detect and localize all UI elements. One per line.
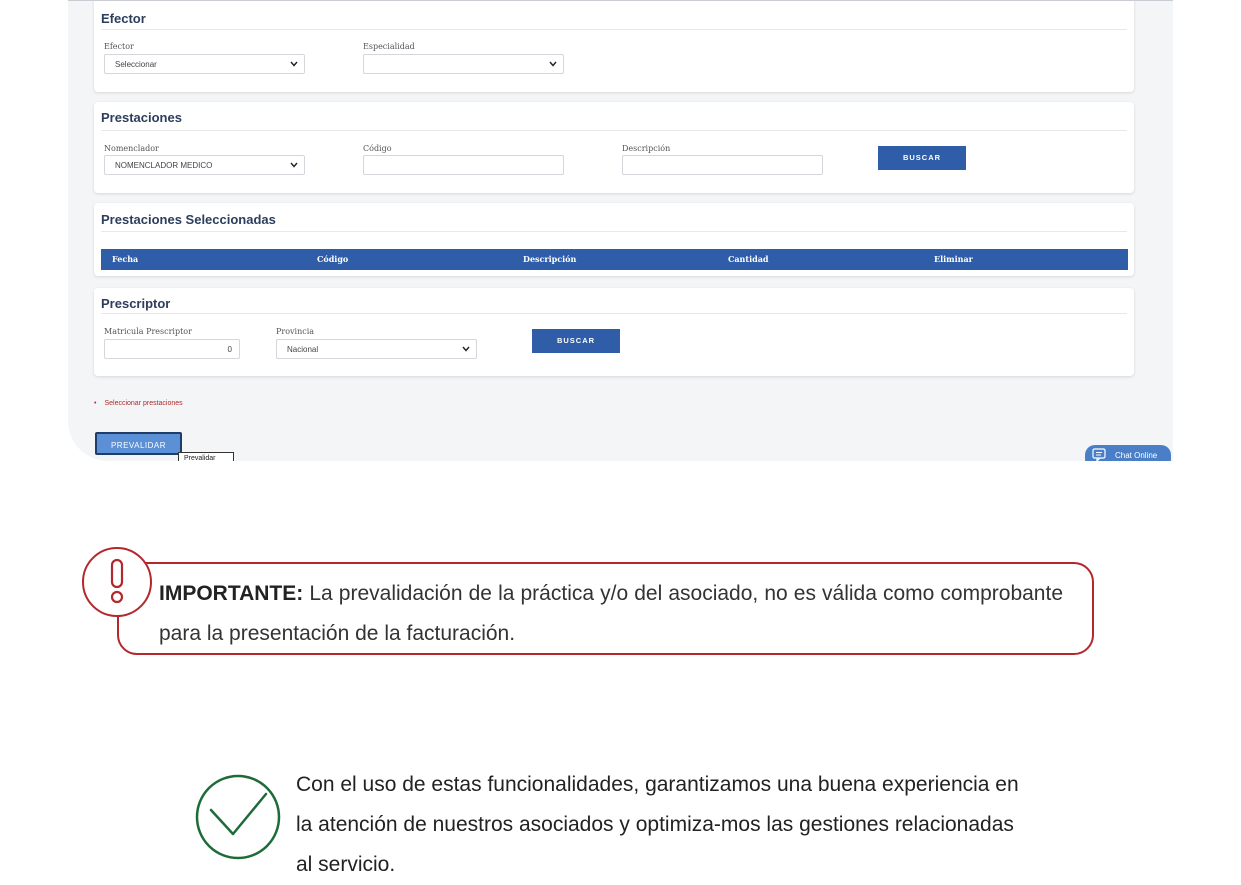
efector-select[interactable]: Seleccionar — [104, 54, 305, 74]
provincia-select[interactable]: Nacional — [276, 339, 477, 359]
descripcion-input[interactable] — [622, 155, 823, 175]
prevalidar-tooltip: Prevalidar — [178, 452, 234, 461]
divider — [101, 231, 1127, 232]
matricula-input[interactable]: 0 — [104, 339, 240, 359]
chat-label: Chat Online — [1115, 451, 1158, 460]
provincia-select-value: Nacional — [287, 345, 319, 354]
divider — [101, 29, 1127, 30]
divider — [101, 313, 1127, 314]
especialidad-label: Especialidad — [363, 42, 415, 51]
chevron-down-icon — [462, 346, 470, 352]
chevron-down-icon — [290, 162, 298, 168]
form-screenshot: Efector Efector Seleccionar Especialidad… — [68, 0, 1173, 461]
prescriptor-panel: Prescriptor Matricula Prescriptor 0 Prov… — [94, 288, 1134, 376]
efector-label: Efector — [104, 42, 134, 51]
col-cantidad: Cantidad — [728, 254, 769, 264]
seleccionadas-title: Prestaciones Seleccionadas — [101, 212, 276, 227]
codigo-input[interactable] — [363, 155, 564, 175]
col-fecha: Fecha — [112, 254, 139, 264]
efector-panel: Efector Efector Seleccionar Especialidad — [94, 1, 1134, 92]
buscar-prestaciones-button[interactable]: BUSCAR — [878, 146, 966, 170]
validation-message: • Seleccionar prestaciones — [94, 400, 183, 407]
chevron-down-icon — [549, 61, 557, 67]
nomenclador-select[interactable]: NOMENCLADOR MEDICO — [104, 155, 305, 175]
prescriptor-title: Prescriptor — [101, 296, 171, 311]
codigo-label: Código — [363, 144, 392, 153]
col-descripcion: Descripción — [523, 254, 577, 264]
seleccionadas-panel: Prestaciones Seleccionadas Fecha Código … — [94, 203, 1134, 276]
chat-online-button[interactable]: Chat Online — [1085, 445, 1171, 461]
nomenclador-select-value: NOMENCLADOR MEDICO — [115, 161, 213, 170]
exclamation-icon — [82, 547, 152, 617]
bullet-icon: • — [94, 400, 97, 407]
validation-text: Seleccionar prestaciones — [104, 400, 183, 407]
prevalidar-button[interactable]: PREVALIDAR — [95, 432, 182, 455]
col-eliminar: Eliminar — [934, 254, 973, 264]
buscar-prescriptor-button[interactable]: BUSCAR — [532, 329, 620, 353]
especialidad-select[interactable] — [363, 54, 564, 74]
efector-title: Efector — [101, 11, 146, 26]
chevron-down-icon — [290, 61, 298, 67]
chat-icon — [1092, 448, 1106, 461]
check-circle-icon — [195, 774, 281, 860]
closing-text: Con el uso de estas funcionalidades, gar… — [296, 773, 1019, 876]
nomenclador-label: Nomenclador — [104, 144, 159, 153]
provincia-label: Provincia — [276, 327, 315, 336]
matricula-label: Matricula Prescriptor — [104, 327, 192, 336]
notice-text: IMPORTANTE: La prevalidación de la práct… — [159, 574, 1063, 654]
descripcion-label: Descripción — [622, 144, 671, 153]
notice-strong: IMPORTANTE: — [159, 582, 304, 605]
efector-select-value: Seleccionar — [115, 60, 157, 69]
prestaciones-panel: Prestaciones Nomenclador NOMENCLADOR MED… — [94, 102, 1134, 193]
prestaciones-title: Prestaciones — [101, 110, 182, 125]
table-header: Fecha Código Descripción Cantidad Elimin… — [101, 249, 1128, 270]
col-codigo: Código — [317, 254, 349, 264]
divider — [101, 130, 1127, 131]
matricula-value: 0 — [227, 345, 232, 354]
